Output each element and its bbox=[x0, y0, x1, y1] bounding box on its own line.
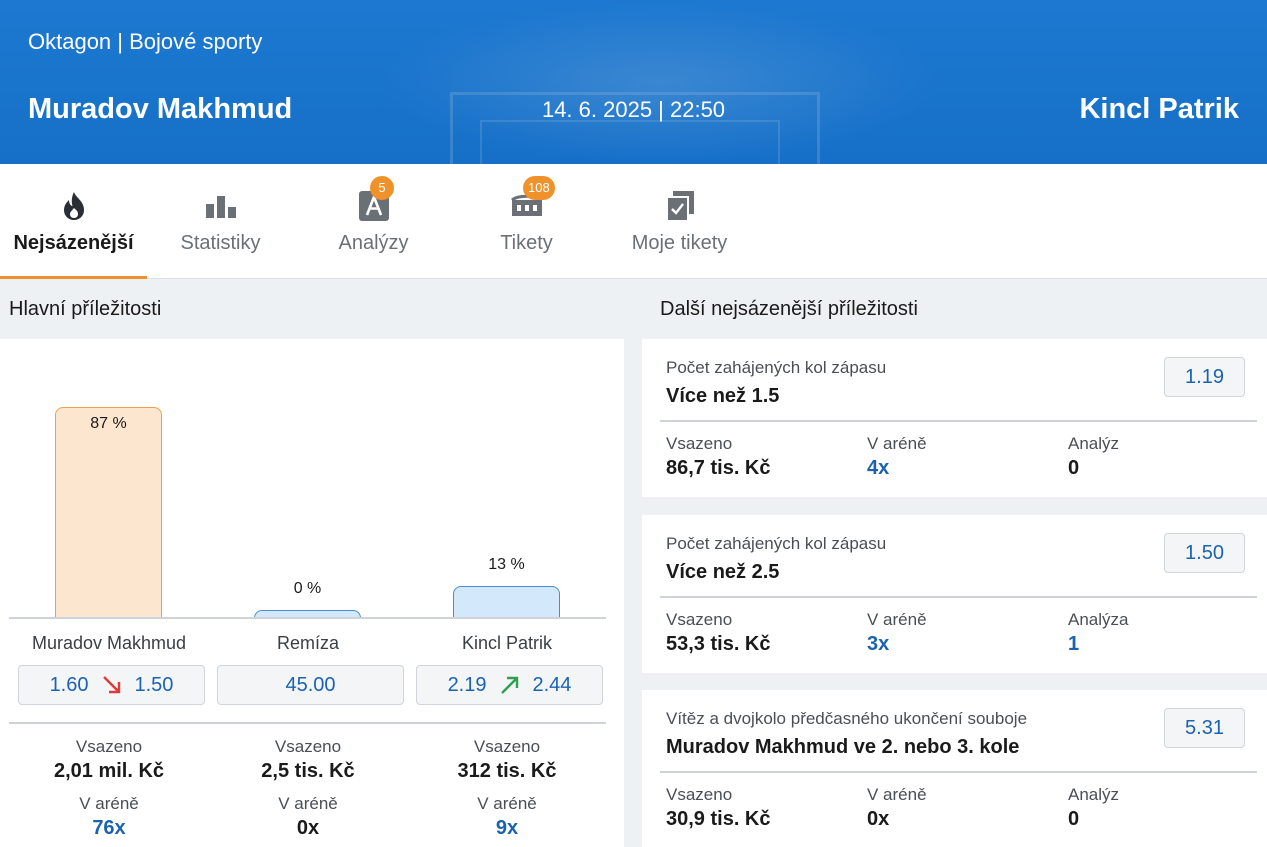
tab-label: Statistiky bbox=[180, 232, 261, 254]
stat-label-analyzy: Analýz bbox=[1068, 434, 1120, 453]
odds-button-fighter-right[interactable]: 2.19 2.44 bbox=[416, 665, 603, 705]
chart-value-label: 13 % bbox=[488, 556, 525, 574]
octagon-cage-inner-graphic bbox=[480, 120, 780, 164]
odds-button-draw[interactable]: 45.00 bbox=[217, 665, 404, 705]
analyzy-count-badge: 5 bbox=[370, 176, 394, 200]
stat-value-analyzy: 0 bbox=[1068, 808, 1080, 830]
stat-value-vsazeno: 30,9 tis. Kč bbox=[666, 808, 771, 830]
stat-value-arena[interactable]: 9x bbox=[407, 817, 607, 840]
side-section-title: Další nejsázenější příležitosti bbox=[660, 298, 918, 320]
stat-label-arena: V aréně bbox=[477, 794, 537, 813]
stat-value-arena[interactable]: 4x bbox=[867, 457, 889, 480]
event-header: Oktagon | Bojové sporty Muradov Makhmud … bbox=[0, 0, 1267, 164]
stat-value-vsazeno: 86,7 tis. Kč bbox=[666, 457, 771, 479]
tab-label: Analýzy bbox=[338, 232, 409, 254]
stat-label-arena: V aréně bbox=[867, 610, 927, 629]
chart-bar-fighter-right bbox=[453, 586, 560, 618]
stat-label-arena: V aréně bbox=[278, 794, 338, 813]
divider bbox=[660, 596, 1257, 598]
chart-bar-fighter-left bbox=[55, 406, 162, 618]
opportunity-card: Počet zahájených kol zápasu Více než 2.5… bbox=[642, 515, 1267, 673]
opportunity-card: Počet zahájených kol zápasu Více než 1.5… bbox=[642, 339, 1267, 497]
stat-value-vsazeno: 53,3 tis. Kč bbox=[666, 633, 771, 655]
tab-analyzy[interactable]: 5 Analýzy bbox=[300, 164, 447, 279]
selection-name: Muradov Makhmud ve 2. nebo 3. kole bbox=[666, 736, 1020, 758]
stat-label-vsazeno: Vsazeno bbox=[75, 737, 143, 756]
trend-up-icon bbox=[499, 674, 521, 696]
option-label-fighter-right: Kincl Patrik bbox=[461, 633, 553, 653]
divider bbox=[660, 771, 1257, 773]
event-datetime: 14. 6. 2025 | 22:50 bbox=[541, 97, 726, 122]
chart-value-label: 0 % bbox=[293, 580, 322, 597]
stat-value-arena[interactable]: 76x bbox=[9, 817, 209, 840]
tab-tikety[interactable]: 108 Tikety bbox=[453, 164, 600, 279]
market-name: Počet zahájených kol zápasu bbox=[666, 358, 887, 377]
stat-label-analyzy: Analýza bbox=[1068, 610, 1129, 629]
divider bbox=[660, 420, 1257, 422]
stat-value-analyzy[interactable]: 1 bbox=[1068, 633, 1079, 656]
stat-value-vsazeno: 2,5 tis. Kč bbox=[261, 760, 355, 782]
stat-label-vsazeno: Vsazeno bbox=[473, 737, 541, 756]
odds-button[interactable]: 1.19 bbox=[1164, 357, 1245, 397]
chart-value-label: 87 % bbox=[90, 414, 127, 432]
stat-label-analyzy: Analýz bbox=[1068, 785, 1120, 804]
odds-button[interactable]: 5.31 bbox=[1164, 708, 1245, 748]
market-name: Vítěz a dvojkolo předčasného ukončení so… bbox=[666, 709, 1028, 728]
stat-value-arena: 0x bbox=[867, 808, 890, 830]
stat-value-arena: 0x bbox=[296, 817, 320, 839]
stat-label-arena: V aréně bbox=[79, 794, 139, 813]
tab-moje-tikety[interactable]: Moje tikety bbox=[606, 164, 753, 279]
stat-value-analyzy: 0 bbox=[1068, 457, 1080, 479]
tikety-count-badge: 108 bbox=[523, 176, 555, 200]
stat-value-vsazeno: 2,01 mil. Kč bbox=[53, 760, 165, 782]
selection-name: Více než 2.5 bbox=[666, 561, 780, 583]
odds-button[interactable]: 1.50 bbox=[1164, 533, 1245, 573]
stat-label-vsazeno: Vsazeno bbox=[666, 785, 733, 804]
stat-value-arena[interactable]: 3x bbox=[867, 633, 889, 656]
option-label-fighter-left: Muradov Makhmud bbox=[31, 633, 187, 653]
tab-label: Moje tikety bbox=[631, 232, 728, 254]
main-opportunities-panel: 87 % 0 % 13 % Muradov Makhmud Remíza Kin… bbox=[0, 339, 624, 847]
tab-label: Nejsázenější bbox=[13, 232, 134, 254]
stat-label-arena: V aréně bbox=[867, 785, 927, 804]
stat-label-vsazeno: Vsazeno bbox=[666, 434, 733, 453]
flame-icon bbox=[0, 188, 147, 224]
opportunity-card: Vítěz a dvojkolo předčasného ukončení so… bbox=[642, 690, 1267, 847]
stat-label-vsazeno: Vsazeno bbox=[274, 737, 342, 756]
chart-baseline bbox=[9, 617, 606, 619]
selection-name: Více než 1.5 bbox=[666, 385, 780, 407]
odds-new: 2.44 bbox=[532, 673, 572, 696]
odds-new: 1.50 bbox=[134, 673, 174, 696]
stat-value-vsazeno: 312 tis. Kč bbox=[457, 760, 557, 782]
main-section-title: Hlavní příležitosti bbox=[9, 298, 162, 320]
odds-button-fighter-left[interactable]: 1.60 1.50 bbox=[18, 665, 205, 705]
trend-down-icon bbox=[101, 674, 123, 696]
bar-chart-icon bbox=[147, 188, 294, 224]
fighter-right-name: Kincl Patrik bbox=[1079, 93, 1239, 125]
tab-nejsazenejsi[interactable]: Nejsázenější bbox=[0, 164, 147, 279]
stat-label-arena: V aréně bbox=[867, 434, 927, 453]
odds-old: 2.19 bbox=[447, 673, 487, 696]
tab-statistiky[interactable]: Statistiky bbox=[147, 164, 294, 279]
tab-label: Tikety bbox=[500, 232, 553, 254]
breadcrumb[interactable]: Oktagon | Bojové sporty bbox=[28, 29, 262, 55]
odds-value: 45.00 bbox=[285, 673, 336, 696]
divider bbox=[9, 722, 606, 724]
stat-label-vsazeno: Vsazeno bbox=[666, 610, 733, 629]
option-label-draw: Remíza bbox=[276, 633, 339, 653]
market-name: Počet zahájených kol zápasu bbox=[666, 534, 887, 553]
odds-old: 1.60 bbox=[49, 673, 89, 696]
my-tickets-icon bbox=[606, 188, 753, 224]
tab-bar: Nejsázenější Statistiky 5 Analýzy 108 Ti… bbox=[0, 164, 1267, 279]
